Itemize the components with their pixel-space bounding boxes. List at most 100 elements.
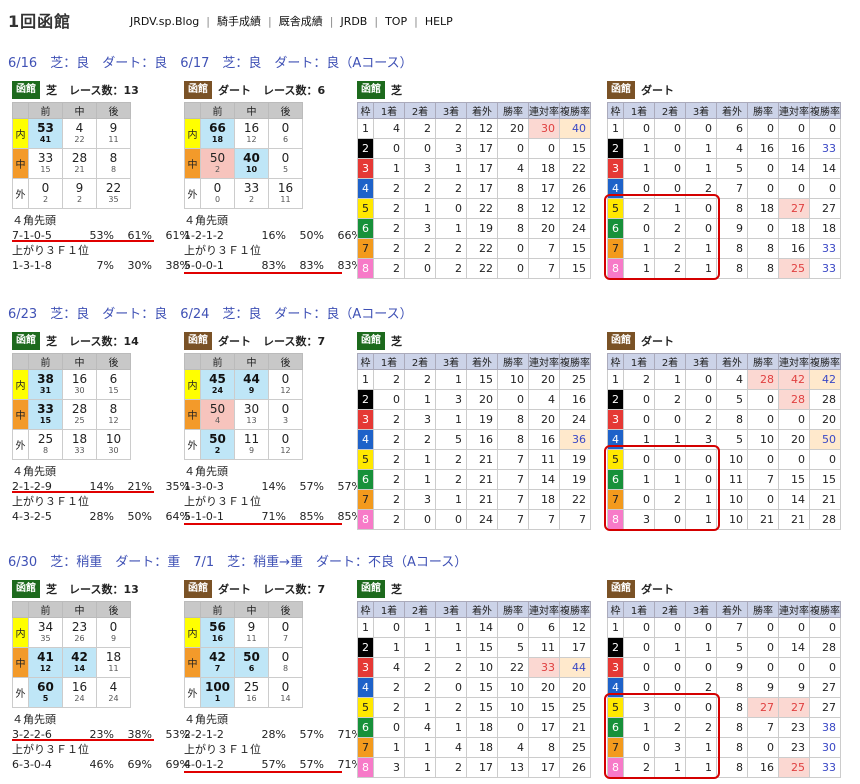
result-cell: 2 [373,409,405,430]
result-cell: 0 [778,449,810,470]
result-cell: 0 [623,409,655,430]
stats-heading: ４角先頭 [12,465,56,478]
stats-line: 5-1-0-1 71% 85% 85% [184,509,362,524]
highlight-box [604,445,720,531]
highlight-underline [184,272,342,274]
result-cell: 21 [466,489,498,510]
result-cell: 0 [685,369,717,390]
position-cell: 18 11 [96,647,131,678]
result-cell: 19 [559,449,591,470]
result-cell: 4 [373,657,405,678]
result-cell: 2 [373,429,405,450]
nav-link[interactable]: 騎手成績 [217,15,261,28]
result-cell: 11 [528,637,560,658]
column-header: 3着 [685,353,717,370]
result-cell: 20 [778,429,810,450]
nav-link[interactable]: 厩舎成績 [279,15,323,28]
result-cell: 10 [497,677,529,698]
column-header: 枠 [357,102,374,119]
result-cell: 2 [373,258,405,279]
result-cell: 0 [528,138,560,159]
column-header: 枠 [607,601,624,618]
column-header: 複勝率 [809,601,841,618]
cell-rate: 0 [281,372,290,386]
result-cell: 0 [654,657,686,678]
result-cell: 18 [809,218,841,239]
result-cell: 36 [559,429,591,450]
row-header: 内 [12,118,29,149]
gate-number: 3 [357,409,374,430]
gate-number: 1 [357,617,374,638]
result-cell: 0 [747,617,779,638]
column-header: 中 [62,601,97,618]
result-cell: 7 [559,509,591,530]
result-cell: 2 [404,677,436,698]
position-cell: 28 25 [62,399,97,430]
nav-link[interactable]: JRDV.sp.Blog [130,15,199,28]
stats-rate: 16% [261,229,286,242]
result-cell: 30 [528,118,560,139]
race-count: レース数：13 [69,583,139,596]
column-header: 着外 [716,102,748,119]
row-header: 中 [12,399,29,430]
result-cell: 2 [373,178,405,199]
column-header: 勝率 [747,102,779,119]
position-table: 前中後内 45 24 44 9 0 12 中 50 4 30 13 0 3 外 50 2 11 9 0 12 [184,353,303,460]
gate-number: 3 [357,657,374,678]
column-header: 前 [28,601,63,618]
cell-rate: 50 [243,650,260,664]
position-cell: 50 2 [200,148,235,179]
cell-rate: 25 [243,680,260,694]
result-cell: 0 [373,389,405,410]
stats-heading: ４角先頭 [12,713,56,726]
surface-label: 芝 [46,583,57,596]
result-cell: 0 [747,218,779,239]
column-header: 中 [234,102,269,119]
position-cell: 9 11 [96,118,131,149]
column-header: 1着 [623,353,655,370]
gate-number: 2 [607,138,624,159]
gate-number: 7 [357,489,374,510]
cell-rate: 44 [243,372,260,386]
nav-link[interactable]: TOP [385,15,407,28]
venue-tag: 函館 [184,332,212,350]
result-cell: 7 [528,258,560,279]
result-cell: 10 [466,657,498,678]
gate-number: 1 [607,617,624,638]
surface-label: ダート [218,583,251,596]
venue-tag: 函館 [12,332,40,350]
corner-cell [184,601,201,618]
gate-number: 6 [357,469,374,490]
result-cell: 1 [435,158,467,179]
result-cell: 2 [435,449,467,470]
stats-rate: 28% [261,728,286,741]
result-cell: 10 [716,449,748,470]
gate-number: 2 [357,637,374,658]
position-cell: 50 6 [234,647,269,678]
result-cell: 0 [404,509,436,530]
result-cell: 25 [559,737,591,758]
gate-number: 8 [357,509,374,530]
stats-record: 6-3-0-4 [12,758,52,771]
stats-rate: 85% [299,510,324,523]
result-cell: 0 [373,717,405,738]
nav-link[interactable]: JRDB [340,15,367,28]
result-cell: 1 [435,409,467,430]
result-cell: 13 [497,757,529,778]
result-cell: 15 [466,677,498,698]
position-cell: 60 5 [28,677,63,708]
result-cell: 10 [747,429,779,450]
cell-rate: 28 [71,402,88,416]
box-header: 函館芝レース数：13 [12,579,190,599]
nav-link[interactable]: HELP [425,15,453,28]
surface-label: 芝 [391,335,402,348]
cell-count: 11 [280,195,291,204]
position-cell: 10 30 [96,429,131,460]
result-cell: 12 [559,617,591,638]
cell-rate: 18 [71,432,88,446]
result-cell: 15 [559,238,591,259]
result-cell: 2 [373,369,405,390]
stats-rate: 71% [261,510,286,523]
surface-label: ダート [641,84,674,97]
result-cell: 4 [716,369,748,390]
